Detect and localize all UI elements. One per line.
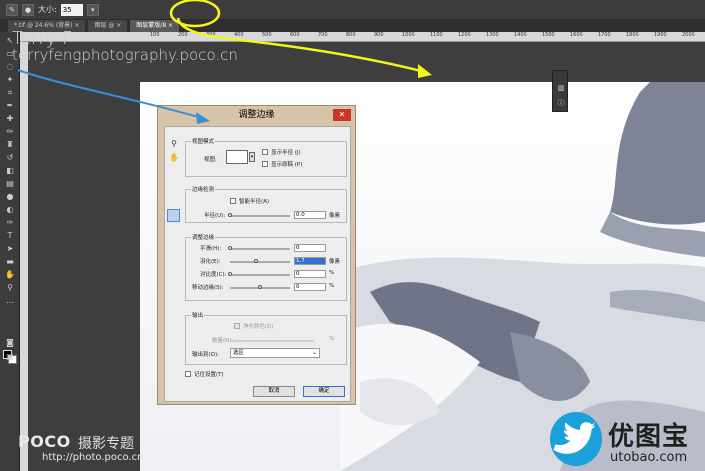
yellow-arrow	[176, 17, 426, 74]
utobao-domain: utobao.com	[610, 450, 688, 465]
yellow-arrowhead	[418, 64, 432, 78]
utobao-logo: 优图宝 utobao.com	[548, 408, 705, 471]
annotation-overlay	[17, 0, 432, 124]
blue-arrowhead	[196, 112, 210, 124]
bird-icon	[550, 412, 602, 466]
utobao-cn-name: 优图宝	[608, 422, 690, 452]
blue-arrow	[17, 69, 203, 119]
photoshop-window: ✎ ● 大小: 35 ▾ *.tif @ 24.6% (背景) × 图层 @ ×…	[0, 0, 705, 471]
poco-url: http://photo.poco.cn	[42, 452, 144, 463]
poco-logo: POCO	[18, 432, 71, 451]
poco-title: 摄影专题	[78, 436, 134, 452]
